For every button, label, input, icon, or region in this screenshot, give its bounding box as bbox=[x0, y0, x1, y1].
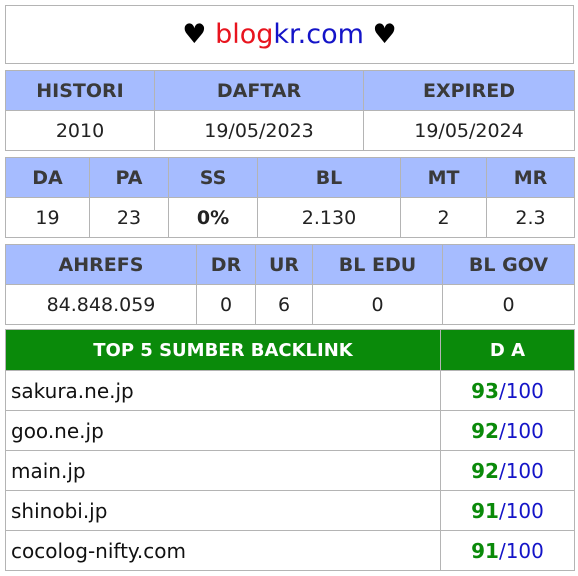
backlink-da-value: 91 bbox=[471, 498, 499, 523]
title-box: ♥ blogkr.com ♥ bbox=[5, 5, 574, 64]
site-name-part2: kr.com bbox=[273, 19, 364, 50]
backlink-da: 91/100 bbox=[440, 490, 575, 531]
value-ur: 6 bbox=[255, 284, 313, 325]
backlink-site: main.jp bbox=[5, 450, 441, 491]
backlink-da-separator: / bbox=[498, 378, 506, 403]
backlink-da-separator: / bbox=[498, 418, 506, 443]
header-da: DA bbox=[5, 157, 90, 198]
header-mr: MR bbox=[486, 157, 575, 198]
header-bl: BL bbox=[257, 157, 401, 198]
backlinks-table: TOP 5 SUMBER BACKLINK D A sakura.ne.jp 9… bbox=[5, 329, 575, 571]
value-bl-edu: 0 bbox=[312, 284, 443, 325]
backlink-da-value: 91 bbox=[471, 538, 499, 563]
header-backlink-da: D A bbox=[440, 329, 575, 371]
ahrefs-table: AHREFS DR UR BL EDU BL GOV 84.848.059 0 … bbox=[5, 244, 575, 325]
header-mt: MT bbox=[400, 157, 487, 198]
backlink-site: goo.ne.jp bbox=[5, 410, 441, 451]
header-backlink-source: TOP 5 SUMBER BACKLINK bbox=[5, 329, 441, 371]
value-ss: 0% bbox=[168, 197, 258, 238]
header-pa: PA bbox=[89, 157, 169, 198]
backlink-da-max: 100 bbox=[505, 458, 544, 483]
metrics-table: DA PA SS BL MT MR 19 23 0% 2.130 2 2.3 bbox=[5, 157, 575, 238]
backlink-da-max: 100 bbox=[505, 538, 544, 563]
header-ur: UR bbox=[255, 244, 313, 285]
header-bl-gov: BL GOV bbox=[442, 244, 575, 285]
backlink-da-separator: / bbox=[498, 538, 506, 563]
header-ahrefs: AHREFS bbox=[5, 244, 197, 285]
backlink-da: 92/100 bbox=[440, 410, 575, 451]
backlink-da-separator: / bbox=[498, 498, 506, 523]
table-row: sakura.ne.jp 93/100 bbox=[5, 370, 575, 411]
header-expired: EXPIRED bbox=[363, 70, 575, 111]
backlink-da-separator: / bbox=[498, 458, 506, 483]
table-row: goo.ne.jp 92/100 bbox=[5, 410, 575, 451]
value-pa: 23 bbox=[89, 197, 169, 238]
backlink-da: 92/100 bbox=[440, 450, 575, 491]
site-title: ♥ blogkr.com ♥ bbox=[5, 5, 574, 64]
value-expired: 19/05/2024 bbox=[363, 110, 575, 151]
value-bl-gov: 0 bbox=[442, 284, 575, 325]
value-ahrefs: 84.848.059 bbox=[5, 284, 197, 325]
backlink-site: shinobi.jp bbox=[5, 490, 441, 531]
backlink-da-value: 93 bbox=[471, 378, 499, 403]
table-row: main.jp 92/100 bbox=[5, 450, 575, 491]
value-mr: 2.3 bbox=[486, 197, 575, 238]
table-row: shinobi.jp 91/100 bbox=[5, 490, 575, 531]
value-daftar: 19/05/2023 bbox=[154, 110, 364, 151]
header-ss: SS bbox=[168, 157, 258, 198]
site-name-part1: blog bbox=[215, 19, 274, 50]
value-mt: 2 bbox=[400, 197, 487, 238]
value-bl: 2.130 bbox=[257, 197, 401, 238]
table-row: cocolog-nifty.com 91/100 bbox=[5, 530, 575, 571]
backlink-da: 93/100 bbox=[440, 370, 575, 411]
header-daftar: DAFTAR bbox=[154, 70, 364, 111]
backlink-site: cocolog-nifty.com bbox=[5, 530, 441, 571]
heart-right-icon: ♥ bbox=[372, 19, 397, 50]
backlink-da-value: 92 bbox=[471, 458, 499, 483]
value-da: 19 bbox=[5, 197, 90, 238]
backlink-da-max: 100 bbox=[505, 378, 544, 403]
value-histori: 2010 bbox=[5, 110, 155, 151]
header-dr: DR bbox=[196, 244, 256, 285]
header-histori: HISTORI bbox=[5, 70, 155, 111]
backlink-da-value: 92 bbox=[471, 418, 499, 443]
backlink-site: sakura.ne.jp bbox=[5, 370, 441, 411]
heart-left-icon: ♥ bbox=[182, 19, 207, 50]
domain-info-table: HISTORI DAFTAR EXPIRED 2010 19/05/2023 1… bbox=[5, 70, 575, 151]
backlink-da-max: 100 bbox=[505, 498, 544, 523]
value-dr: 0 bbox=[196, 284, 256, 325]
backlink-da-max: 100 bbox=[505, 418, 544, 443]
backlink-da: 91/100 bbox=[440, 530, 575, 571]
header-bl-edu: BL EDU bbox=[312, 244, 443, 285]
